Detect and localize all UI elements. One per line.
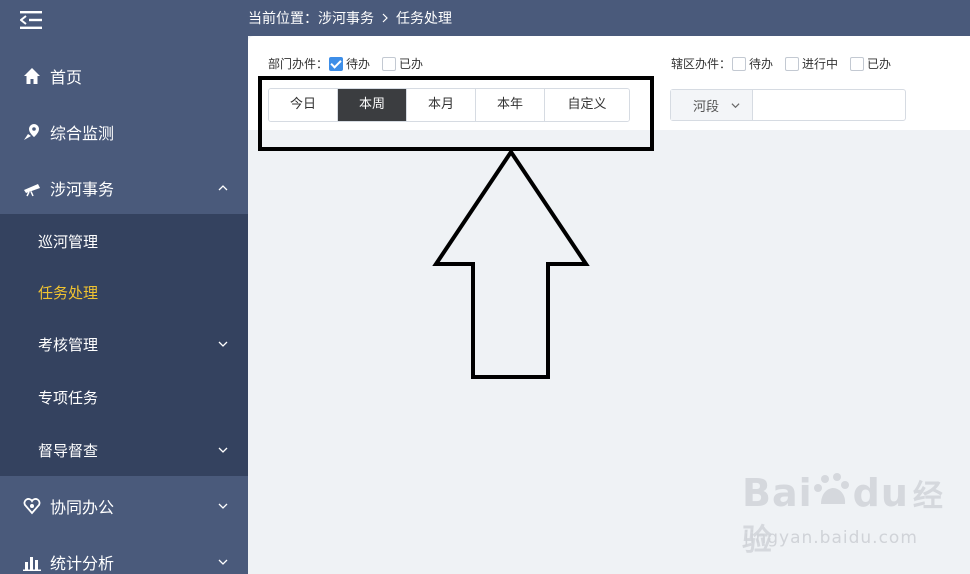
river-section-input[interactable] bbox=[755, 92, 905, 120]
baidu-watermark: Bai du 经验 jingyan.baidu.com bbox=[742, 470, 970, 559]
chevron-right-icon bbox=[382, 13, 388, 23]
sidebar-item-label: 涉河事务 bbox=[50, 180, 115, 199]
menu-collapse-icon[interactable] bbox=[20, 10, 42, 30]
submenu-item-task-processing[interactable]: 任务处理 bbox=[0, 266, 248, 318]
sidebar-item-monitoring[interactable]: 综合监测 bbox=[0, 104, 248, 160]
district-pending-option[interactable]: 待办 bbox=[732, 55, 773, 72]
sidebar-item-label: 综合监测 bbox=[50, 124, 115, 143]
chevron-down-icon bbox=[218, 341, 228, 347]
river-section-label: 河段 bbox=[693, 99, 720, 115]
submenu-item-special-task[interactable]: 专项任务 bbox=[0, 371, 248, 423]
district-progress-label: 进行中 bbox=[802, 57, 839, 71]
district-pending-label: 待办 bbox=[749, 57, 774, 71]
bar-chart-icon bbox=[22, 552, 42, 572]
breadcrumb: 当前位置： 涉河事务 任务处理 bbox=[248, 8, 452, 28]
submenu-item-label: 督导督查 bbox=[38, 441, 99, 460]
sidebar-item-collaboration[interactable]: 协同办公 bbox=[0, 478, 248, 534]
dept-done-label: 已办 bbox=[399, 57, 424, 71]
chevron-down-icon bbox=[218, 447, 228, 453]
paw-icon bbox=[813, 473, 849, 504]
location-pin-icon bbox=[22, 122, 42, 142]
sidebar-item-label: 首页 bbox=[50, 68, 83, 87]
header-bar: 当前位置： 涉河事务 任务处理 bbox=[248, 0, 970, 36]
district-pending-checkbox[interactable] bbox=[732, 56, 746, 71]
sidebar-item-river-affairs[interactable]: 涉河事务 bbox=[0, 160, 248, 216]
submenu-item-assessment[interactable]: 考核管理 bbox=[0, 318, 248, 370]
dept-done-checkbox[interactable] bbox=[382, 56, 396, 71]
submenu-item-label: 任务处理 bbox=[38, 283, 99, 302]
up-arrow-annotation bbox=[432, 148, 590, 379]
submenu-item-label: 考核管理 bbox=[38, 335, 99, 354]
dept-pending-label: 待办 bbox=[346, 57, 371, 71]
dept-filter-label: 部门办件： bbox=[268, 57, 329, 71]
submenu-item-supervision[interactable]: 督导督查 bbox=[0, 424, 248, 476]
dept-pending-checkbox[interactable] bbox=[329, 56, 343, 71]
district-done-option[interactable]: 已办 bbox=[850, 55, 891, 72]
heart-shield-icon bbox=[22, 496, 42, 516]
submenu-item-label: 巡河管理 bbox=[38, 232, 99, 251]
highlight-box bbox=[258, 76, 654, 151]
district-filter-label: 辖区办件： bbox=[671, 57, 732, 71]
submenu-river-affairs: 巡河管理 任务处理 考核管理 专项任务 督导督查 bbox=[0, 214, 248, 476]
district-done-label: 已办 bbox=[867, 57, 892, 71]
river-section-dropdown[interactable]: 河段 bbox=[671, 90, 753, 120]
chevron-down-icon bbox=[731, 103, 740, 109]
sidebar-item-label: 协同办公 bbox=[50, 498, 115, 517]
chevron-down-icon bbox=[218, 503, 228, 509]
district-progress-option[interactable]: 进行中 bbox=[785, 55, 838, 72]
submenu-item-label: 专项任务 bbox=[38, 388, 99, 407]
sidebar-item-label: 统计分析 bbox=[50, 554, 115, 573]
home-icon bbox=[22, 66, 42, 86]
watermark-brand: Bai bbox=[742, 471, 813, 515]
breadcrumb-prefix: 当前位置： bbox=[248, 11, 318, 27]
sidebar: 首页 综合监测 涉河事务 巡河管理 任务处理 考核管理 专项任务 督导督查 协同… bbox=[0, 0, 248, 574]
sidebar-item-home[interactable]: 首页 bbox=[0, 48, 248, 104]
breadcrumb-section[interactable]: 涉河事务 bbox=[318, 8, 374, 28]
dept-pending-option[interactable]: 待办 bbox=[329, 55, 370, 72]
breadcrumb-current: 任务处理 bbox=[396, 11, 452, 27]
district-done-checkbox[interactable] bbox=[850, 56, 864, 71]
river-section-select: 河段 bbox=[670, 89, 906, 121]
chevron-down-icon bbox=[218, 559, 228, 565]
submenu-item-patrol[interactable]: 巡河管理 bbox=[0, 215, 248, 267]
watermark-brand-2: du bbox=[852, 471, 909, 515]
dept-done-option[interactable]: 已办 bbox=[382, 55, 423, 72]
telescope-icon bbox=[22, 178, 42, 198]
sidebar-item-statistics[interactable]: 统计分析 bbox=[0, 534, 248, 574]
watermark-url: jingyan.baidu.com bbox=[744, 528, 918, 548]
chevron-up-icon bbox=[218, 185, 228, 191]
district-progress-checkbox[interactable] bbox=[785, 56, 799, 71]
